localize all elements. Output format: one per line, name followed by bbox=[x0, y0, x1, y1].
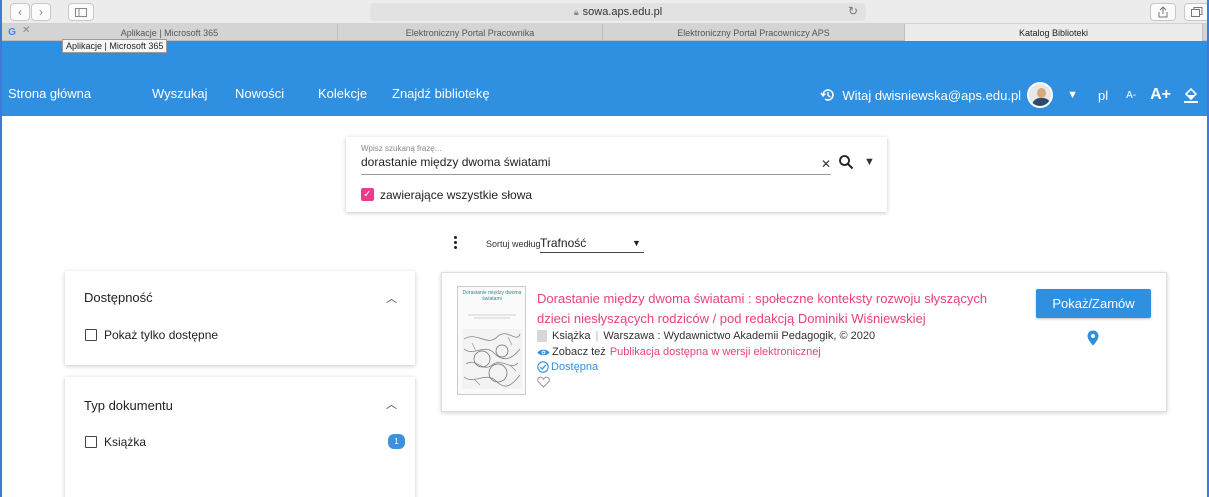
user-bar: Witaj dwisniewska@aps.edu.pl ▼ pl A- A+ bbox=[810, 81, 1199, 109]
contrast-icon[interactable] bbox=[1183, 86, 1199, 104]
sidebar-toggle-button[interactable] bbox=[68, 3, 94, 21]
tab-label: Aplikacje | Microsoft 365 bbox=[120, 27, 219, 38]
availability-status: Dostępna bbox=[537, 361, 598, 373]
facet-title: Typ dokumentu bbox=[84, 398, 173, 413]
avatar[interactable] bbox=[1027, 82, 1054, 108]
sort-label: Sortuj według bbox=[486, 239, 541, 249]
nav-home[interactable]: Strona główna bbox=[8, 86, 91, 101]
book-type-checkbox[interactable] bbox=[85, 436, 97, 448]
tab-portal-pracowniczy-aps[interactable]: Elektroniczny Portal Pracowniczy APS bbox=[603, 24, 905, 41]
search-icon[interactable] bbox=[838, 154, 854, 170]
main-nav: Strona główna Wyszukaj Nowości Kolekcje … bbox=[2, 41, 1207, 116]
browser-toolbar: ‹ › 🔒︎ sowa.aps.edu.pl ↻ bbox=[2, 0, 1207, 24]
chevron-down-icon[interactable]: ▼ bbox=[864, 156, 875, 168]
eye-icon bbox=[537, 349, 550, 355]
language-switch[interactable]: pl bbox=[1098, 88, 1108, 103]
tab-bar: G ✕ Aplikacje | Microsoft 365 Elektronic… bbox=[2, 24, 1207, 41]
book-type-label: Książka bbox=[104, 435, 147, 449]
nav-search[interactable]: Wyszukaj bbox=[152, 86, 208, 101]
tab-tooltip: Aplikacje | Microsoft 365 bbox=[62, 39, 168, 53]
tab-portal-pracownika[interactable]: Elektroniczny Portal Pracownika bbox=[338, 24, 603, 41]
heart-icon[interactable] bbox=[537, 376, 550, 388]
result-type: Książka bbox=[552, 330, 591, 342]
book-icon bbox=[537, 330, 547, 342]
tab-label: Elektroniczny Portal Pracownika bbox=[405, 27, 535, 38]
sidebar-icon bbox=[75, 7, 87, 17]
clear-search-icon[interactable]: ✕ bbox=[821, 157, 831, 171]
tab-microsoft-365[interactable]: G ✕ Aplikacje | Microsoft 365 bbox=[2, 24, 338, 41]
font-smaller-button[interactable]: A- bbox=[1126, 90, 1136, 101]
result-title-link[interactable]: Dorastanie między dwoma światami : społe… bbox=[537, 289, 1017, 329]
nav-new[interactable]: Nowości bbox=[235, 86, 284, 101]
tabs-overview-button[interactable] bbox=[1184, 3, 1207, 21]
all-words-checkbox[interactable]: ✓ bbox=[361, 188, 374, 201]
search-panel: Wpisz szukaną frazę... dorastanie między… bbox=[346, 137, 887, 212]
show-order-button[interactable]: Pokaż/Zamów bbox=[1036, 289, 1151, 318]
sort-select[interactable]: Trafność bbox=[540, 236, 644, 253]
close-tab-icon[interactable]: ✕ bbox=[22, 25, 30, 36]
availability-text: Dostępna bbox=[551, 361, 599, 373]
result-item: Dorastanie między dwoma światami Dorasta… bbox=[441, 272, 1167, 412]
google-icon: G bbox=[8, 26, 16, 38]
share-icon bbox=[1158, 6, 1168, 18]
location-pin-icon[interactable] bbox=[1087, 330, 1099, 346]
cover-title: Dorastanie między dwoma światami bbox=[462, 290, 522, 302]
lock-icon: 🔒︎ bbox=[573, 6, 579, 17]
address-bar[interactable]: 🔒︎ sowa.aps.edu.pl ↻ bbox=[370, 3, 866, 21]
forward-button[interactable]: › bbox=[31, 3, 51, 21]
greeting-text: Witaj dwisniewska@aps.edu.pl bbox=[842, 87, 1022, 103]
chevron-down-icon[interactable]: ▼ bbox=[1067, 89, 1078, 101]
check-circle-icon bbox=[537, 361, 549, 373]
facet-availability: Dostępność ︿ Pokaż tylko dostępne bbox=[65, 271, 415, 365]
only-available-label: Pokaż tylko dostępne bbox=[104, 328, 219, 342]
see-also-label: Zobacz też bbox=[552, 346, 606, 358]
tab-label: Elektroniczny Portal Pracowniczy APS bbox=[677, 27, 830, 38]
nav-find-library[interactable]: Znajdź bibliotekę bbox=[392, 86, 490, 101]
search-placeholder: Wpisz szukaną frazę... bbox=[361, 144, 442, 153]
tab-label: Katalog Biblioteki bbox=[1018, 27, 1089, 38]
reload-icon[interactable]: ↻ bbox=[848, 4, 858, 18]
history-icon[interactable] bbox=[820, 87, 836, 103]
facet-doc-type: Typ dokumentu ︿ Książka 1 bbox=[65, 377, 415, 497]
see-also: Zobacz też Publikacja dostępna w wersji … bbox=[537, 346, 821, 358]
address-url: sowa.aps.edu.pl bbox=[582, 6, 663, 18]
browser-window: ‹ › 🔒︎ sowa.aps.edu.pl ↻ G ✕ Aplikacje |… bbox=[0, 0, 1209, 497]
more-options-icon[interactable] bbox=[454, 236, 458, 250]
font-larger-button[interactable]: A+ bbox=[1150, 86, 1171, 104]
all-words-label: zawierające wszystkie słowa bbox=[380, 188, 533, 202]
book-cover[interactable]: Dorastanie między dwoma światami bbox=[457, 286, 526, 395]
caret-down-icon[interactable]: ▼ bbox=[632, 238, 641, 248]
facet-title: Dostępność bbox=[84, 290, 153, 305]
electronic-version-link[interactable]: Publikacja dostępna w wersji elektronicz… bbox=[610, 346, 821, 358]
chevron-up-icon[interactable]: ︿ bbox=[386, 396, 397, 412]
result-publisher: Warszawa : Wydawnictwo Akademii Pedagogi… bbox=[603, 330, 876, 342]
search-input[interactable]: dorastanie między dwoma światami bbox=[361, 155, 550, 169]
only-available-checkbox[interactable] bbox=[85, 329, 97, 341]
tab-katalog-biblioteki[interactable]: Katalog Biblioteki bbox=[905, 24, 1203, 41]
count-badge: 1 bbox=[388, 434, 405, 449]
cover-illustration bbox=[462, 329, 522, 389]
share-button[interactable] bbox=[1150, 3, 1176, 21]
back-button[interactable]: ‹ bbox=[10, 3, 30, 21]
tabs-icon bbox=[1191, 7, 1203, 17]
result-meta: Książka | Warszawa : Wydawnictwo Akademi… bbox=[537, 330, 875, 342]
nav-collections[interactable]: Kolekcje bbox=[318, 86, 367, 101]
chevron-up-icon[interactable]: ︿ bbox=[386, 290, 397, 306]
